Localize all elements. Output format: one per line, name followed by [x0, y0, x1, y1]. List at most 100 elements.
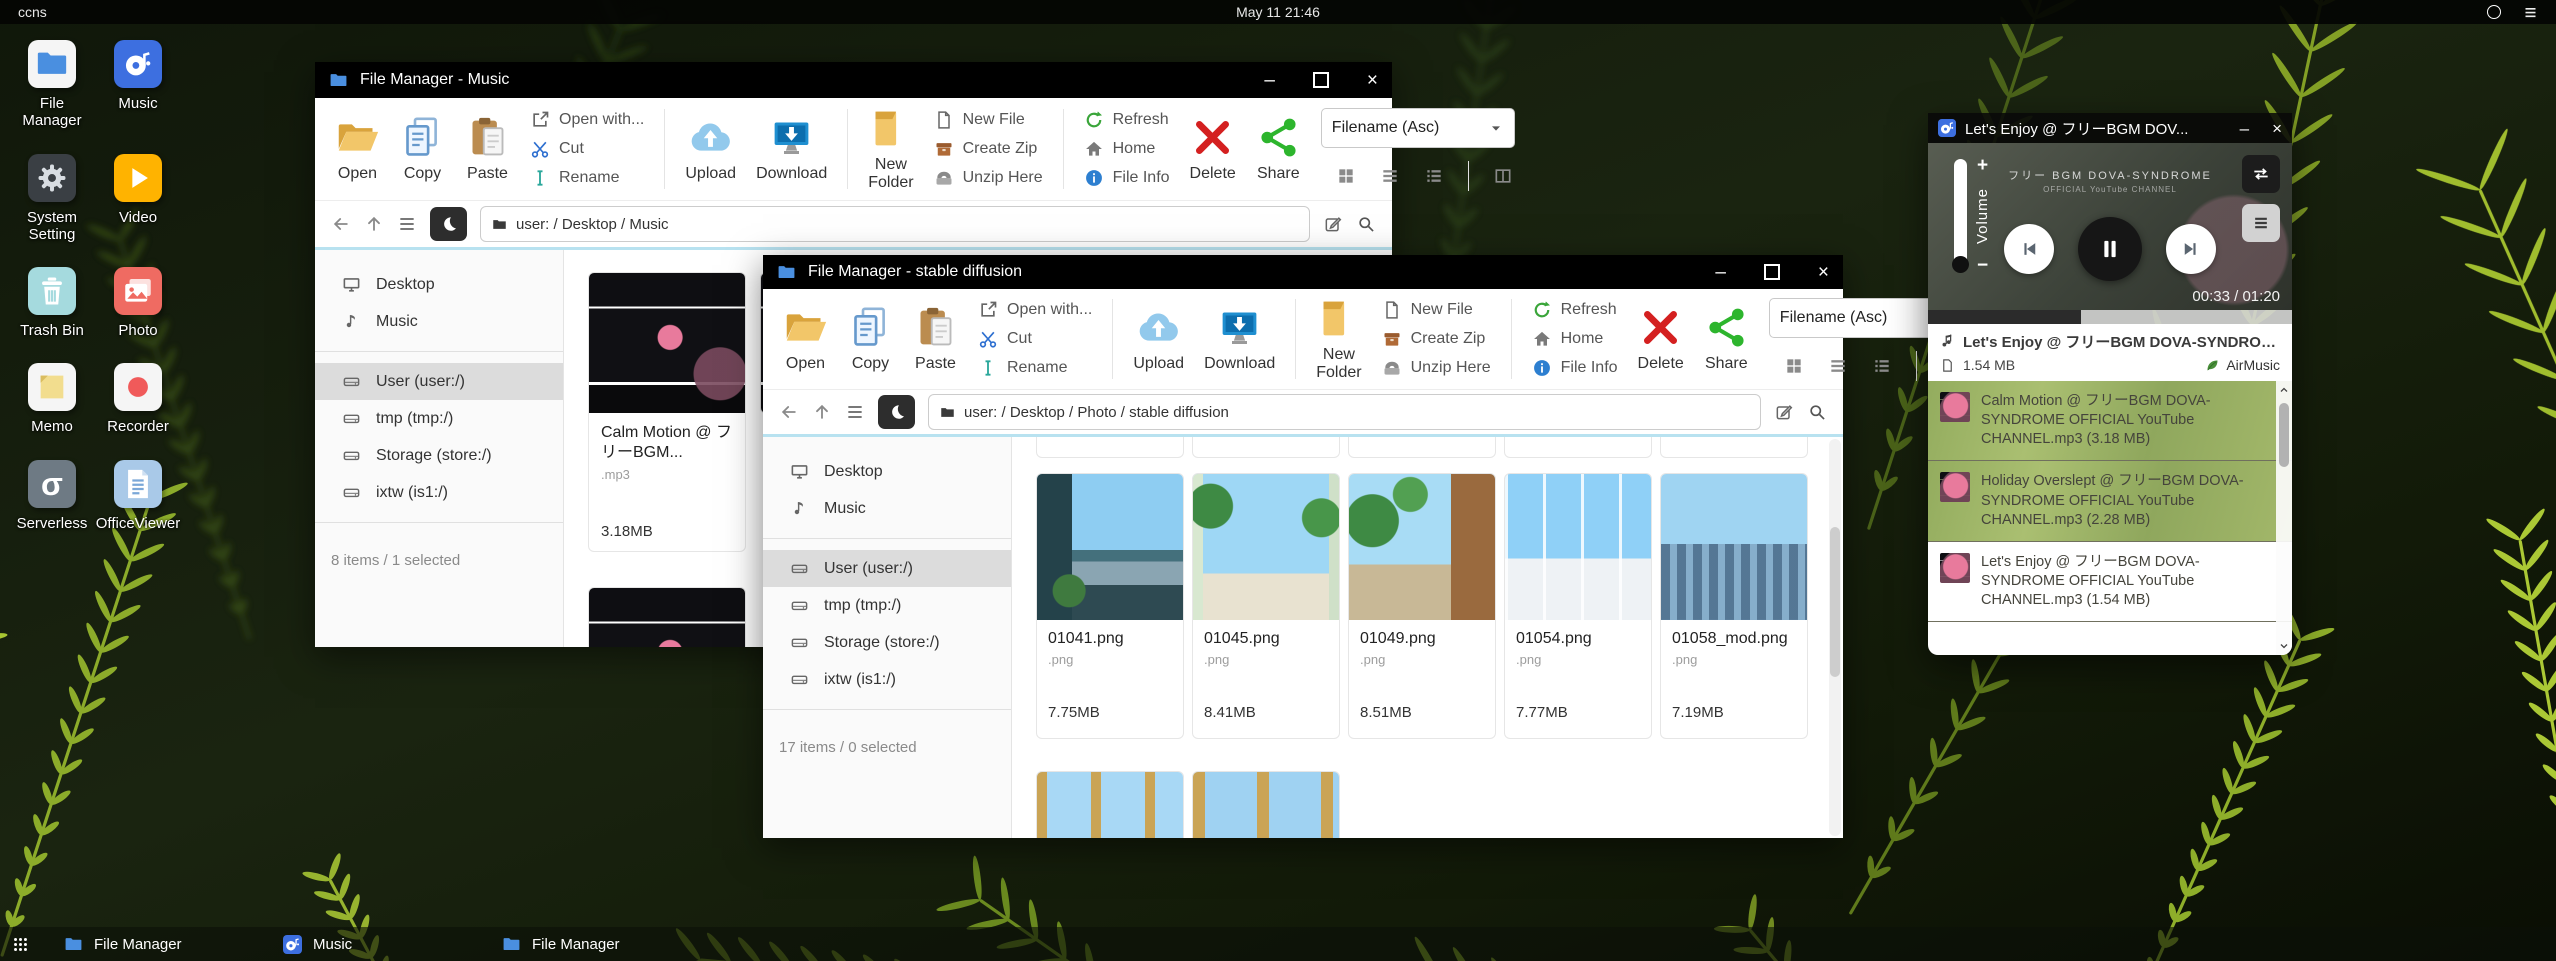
sort-dropdown[interactable]: Filename (Asc): [1321, 108, 1515, 148]
view-detail-list-icon[interactable]: [1424, 166, 1444, 186]
toolbar-rename-button[interactable]: Rename: [530, 168, 644, 188]
menu-button[interactable]: [397, 214, 417, 234]
taskbar-item-file-manager[interactable]: File Manager: [490, 927, 709, 961]
playlist-item[interactable]: Holiday Overslept @ フリーBGM DOVA-SYNDROME…: [1928, 461, 2292, 541]
sidebar-item-music[interactable]: Music: [315, 303, 563, 340]
window2-titlebar[interactable]: File Manager - stable diffusion – ×: [763, 255, 1843, 289]
file-card-01041-png[interactable]: 01041.png.png7.75MB: [1036, 473, 1184, 739]
up-button[interactable]: [812, 402, 832, 422]
toolbar-delete-button[interactable]: Delete: [1638, 305, 1684, 373]
toolbar-open-with--button[interactable]: Open with...: [978, 300, 1092, 320]
up-button[interactable]: [364, 214, 384, 234]
desktop-icon-file-manager[interactable]: File Manager: [12, 40, 92, 130]
back-button[interactable]: [779, 402, 799, 422]
toolbar-share-button[interactable]: Share: [1256, 115, 1301, 183]
desktop-icon-serverless[interactable]: σServerless: [12, 460, 92, 532]
desktop-icon-trash-bin[interactable]: Trash Bin: [12, 267, 92, 339]
sidebar-item-desktop[interactable]: Desktop: [315, 266, 563, 303]
edit-path-button[interactable]: [1323, 214, 1343, 234]
file-card-partial-bottom[interactable]: [1036, 771, 1184, 838]
desktop-icon-system-setting[interactable]: System Setting: [12, 154, 92, 244]
toolbar-rename-button[interactable]: Rename: [978, 358, 1092, 378]
desktop-icon-music[interactable]: Music: [98, 40, 178, 130]
search-button[interactable]: [1356, 214, 1376, 234]
file-card-partial[interactable]: 8.91MB: [1192, 437, 1340, 458]
menu-button[interactable]: [845, 402, 865, 422]
maximize-button[interactable]: [1764, 264, 1780, 280]
close-button[interactable]: ×: [1367, 71, 1378, 90]
view-compact-list-icon[interactable]: [1828, 356, 1848, 376]
toolbar-share-button[interactable]: Share: [1704, 305, 1749, 373]
file-card-partial[interactable]: 8.45MB: [1348, 437, 1496, 458]
minimize-button[interactable]: –: [1264, 71, 1275, 90]
file-card-partial[interactable]: 8.00MB: [1504, 437, 1652, 458]
toolbar-unzip-here-button[interactable]: Unzip Here: [1382, 358, 1491, 378]
maximize-button[interactable]: [1313, 72, 1329, 88]
toolbar-upload-button[interactable]: Upload: [685, 115, 736, 183]
toolbar-open-button[interactable]: Open: [335, 115, 380, 183]
toolbar-download-button[interactable]: Download: [1204, 305, 1275, 373]
file-card-01045-png[interactable]: 01045.png.png8.41MB: [1192, 473, 1340, 739]
toolbar-download-button[interactable]: Download: [756, 115, 827, 183]
toolbar-cut-button[interactable]: Cut: [530, 139, 644, 159]
file-card-calm-motion[interactable]: Calm Motion @ フリーBGM....mp33.18MB: [588, 272, 746, 552]
sidebar-drive-storage[interactable]: Storage (store:/): [763, 624, 1011, 661]
path-input[interactable]: user: / Desktop / Music: [480, 206, 1310, 242]
toolbar-new-folder-button[interactable]: New Folder: [1316, 296, 1361, 382]
toolbar-refresh-button[interactable]: Refresh: [1084, 110, 1170, 130]
sidebar-item-music[interactable]: Music: [763, 490, 1011, 527]
dark-mode-button[interactable]: [878, 395, 915, 429]
desktop-icon-officeviewer[interactable]: OfficeViewer: [98, 460, 178, 532]
desktop-icon-memo[interactable]: Memo: [12, 363, 92, 435]
file-card-01049-png[interactable]: 01049.png.png8.51MB: [1348, 473, 1496, 739]
volume-down-label[interactable]: −: [1977, 255, 1988, 277]
sidebar-item-desktop[interactable]: Desktop: [763, 453, 1011, 490]
toolbar-open-with--button[interactable]: Open with...: [530, 110, 644, 130]
toolbar-new-file-button[interactable]: New File: [934, 110, 1043, 130]
toolbar-home-button[interactable]: Home: [1532, 329, 1618, 349]
toolbar-refresh-button[interactable]: Refresh: [1532, 300, 1618, 320]
scrollbar-thumb[interactable]: [2279, 403, 2289, 467]
edit-path-button[interactable]: [1774, 402, 1794, 422]
desktop-icon-recorder[interactable]: Recorder: [98, 363, 178, 435]
toolbar-create-zip-button[interactable]: Create Zip: [934, 139, 1043, 159]
path-input[interactable]: user: / Desktop / Photo / stable diffusi…: [928, 394, 1761, 430]
file-card-01054-png[interactable]: 01054.png.png7.77MB: [1504, 473, 1652, 739]
playlist-scrollbar[interactable]: [2276, 381, 2292, 655]
file-card[interactable]: [588, 587, 746, 647]
toolbar-upload-button[interactable]: Upload: [1133, 305, 1184, 373]
view-grid-icon[interactable]: [1336, 166, 1356, 186]
sidebar-drive-tmp[interactable]: tmp (tmp:/): [763, 587, 1011, 624]
minimize-button[interactable]: –: [1715, 263, 1726, 282]
sidebar-drive-tmp[interactable]: tmp (tmp:/): [315, 400, 563, 437]
scrollbar[interactable]: [1829, 439, 1841, 836]
previous-button[interactable]: [2004, 224, 2054, 274]
taskbar-item-file-manager[interactable]: File Manager: [52, 927, 271, 961]
toolbar-new-file-button[interactable]: New File: [1382, 300, 1491, 320]
next-button[interactable]: [2166, 224, 2216, 274]
app-launcher-button[interactable]: [12, 936, 52, 953]
desktop-icon-photo[interactable]: Photo: [98, 267, 178, 339]
volume-up-label[interactable]: +: [1977, 155, 1988, 177]
view-compact-list-icon[interactable]: [1380, 166, 1400, 186]
toolbar-home-button[interactable]: Home: [1084, 139, 1170, 159]
toolbar-delete-button[interactable]: Delete: [1190, 115, 1236, 183]
scroll-up-icon[interactable]: [2278, 384, 2290, 396]
view-detail-list-icon[interactable]: [1872, 356, 1892, 376]
toolbar-paste-button[interactable]: Paste: [913, 305, 958, 373]
dark-mode-button[interactable]: [430, 207, 467, 241]
toolbar-open-button[interactable]: Open: [783, 305, 828, 373]
file-card-partial-bottom[interactable]: [1192, 771, 1340, 838]
progress-bar[interactable]: [1928, 310, 2292, 324]
toolbar-copy-button[interactable]: Copy: [400, 115, 445, 183]
sidebar-drive-ixtw[interactable]: ixtw (is1:/): [763, 661, 1011, 698]
close-button[interactable]: ×: [1818, 263, 1829, 282]
playlist-item[interactable]: Let's Enjoy @ フリーBGM DOVA-SYNDROME OFFIC…: [1928, 542, 2292, 622]
file-card-partial[interactable]: 8.52MB: [1036, 437, 1184, 458]
back-button[interactable]: [331, 214, 351, 234]
file-card-01058_mod-png[interactable]: 01058_mod.png.png7.19MB: [1660, 473, 1808, 739]
repeat-button[interactable]: [2242, 155, 2280, 193]
toolbar-create-zip-button[interactable]: Create Zip: [1382, 329, 1491, 349]
pause-button[interactable]: [2078, 217, 2142, 281]
view-columns-icon[interactable]: [1493, 166, 1513, 186]
